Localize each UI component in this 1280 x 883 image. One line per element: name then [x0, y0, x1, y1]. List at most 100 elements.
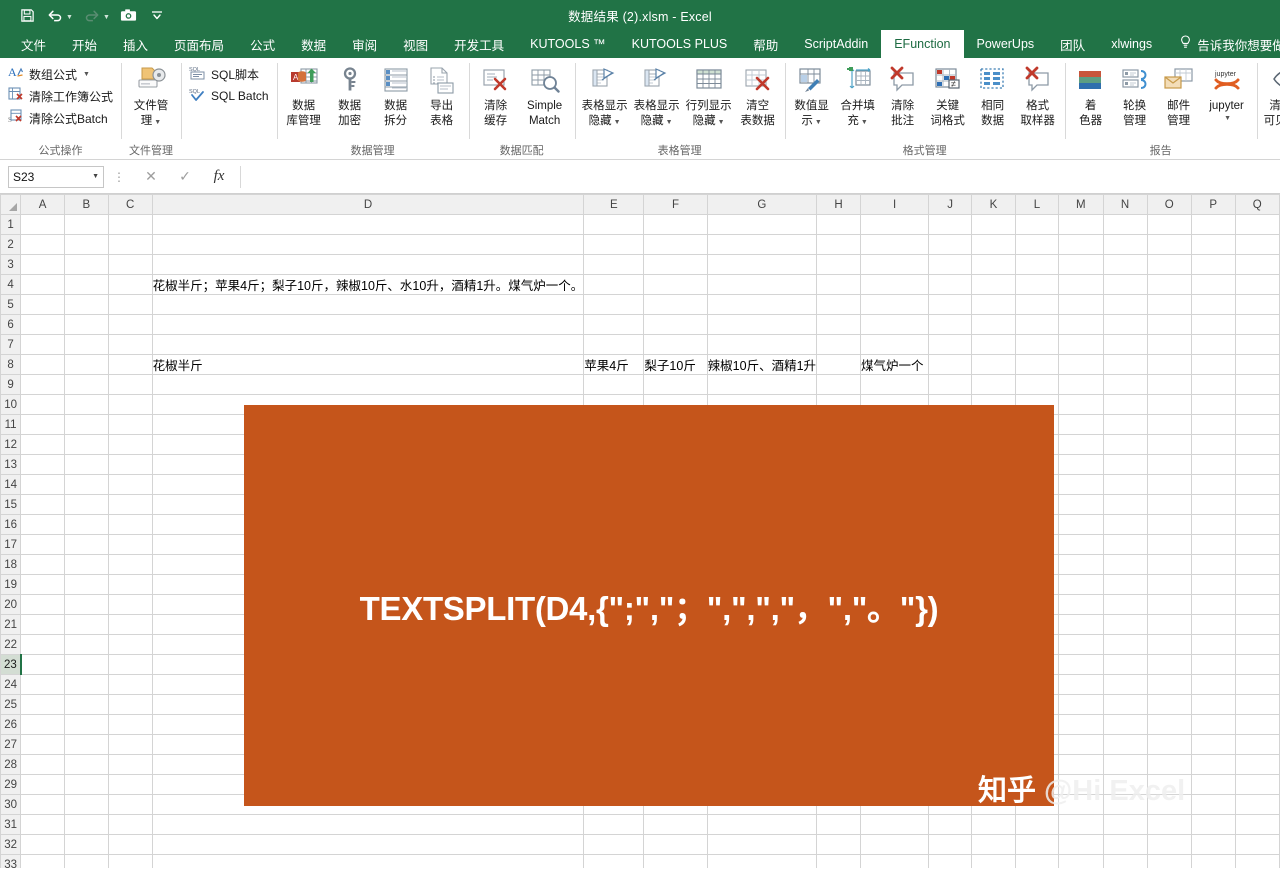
tab-12[interactable]: ScriptAddin: [791, 30, 881, 58]
cell-C7[interactable]: [108, 335, 152, 355]
cell-O27[interactable]: [1147, 735, 1191, 755]
cell-P22[interactable]: [1191, 635, 1235, 655]
cell-F8[interactable]: 梨子10斤: [644, 355, 707, 375]
cell-O21[interactable]: [1147, 615, 1191, 635]
cell-N19[interactable]: [1103, 575, 1147, 595]
cell-A24[interactable]: [21, 675, 65, 695]
tab-5[interactable]: 数据: [288, 30, 339, 58]
cell-C26[interactable]: [108, 715, 152, 735]
cell-P24[interactable]: [1191, 675, 1235, 695]
cell-P2[interactable]: [1191, 235, 1235, 255]
cell-P28[interactable]: [1191, 755, 1235, 775]
column-header-A[interactable]: A: [21, 195, 65, 215]
cell-I8[interactable]: 煤气炉一个: [861, 355, 929, 375]
cell-L2[interactable]: [1015, 235, 1058, 255]
cell-C28[interactable]: [108, 755, 152, 775]
cell-J3[interactable]: [929, 255, 972, 275]
cell-D3[interactable]: [152, 255, 584, 275]
cell-F7[interactable]: [644, 335, 707, 355]
cell-N13[interactable]: [1103, 455, 1147, 475]
cell-O22[interactable]: [1147, 635, 1191, 655]
cell-B33[interactable]: [64, 855, 108, 869]
cell-O15[interactable]: [1147, 495, 1191, 515]
cell-J31[interactable]: [929, 815, 972, 835]
cell-I32[interactable]: [861, 835, 929, 855]
cell-Q10[interactable]: [1235, 395, 1279, 415]
cell-K32[interactable]: [972, 835, 1016, 855]
cell-J5[interactable]: [929, 295, 972, 315]
cell-A13[interactable]: [21, 455, 65, 475]
cell-Q24[interactable]: [1235, 675, 1279, 695]
cell-A23[interactable]: [21, 655, 65, 675]
cell-N1[interactable]: [1103, 215, 1147, 235]
ribbon-button-table-show-hide2[interactable]: 表格显示隐藏▼: [631, 61, 683, 129]
cell-E3[interactable]: [584, 255, 644, 275]
cell-M7[interactable]: [1058, 335, 1103, 355]
cell-D7[interactable]: [152, 335, 584, 355]
cell-Q4[interactable]: [1235, 275, 1279, 295]
cell-Q17[interactable]: [1235, 535, 1279, 555]
tab-14[interactable]: PowerUps: [964, 30, 1048, 58]
chevron-down-icon[interactable]: ▼: [83, 71, 90, 78]
row-header-31[interactable]: 31: [1, 815, 21, 835]
ribbon-button-array-formula[interactable]: A数组公式▼: [4, 63, 94, 85]
chevron-down-icon[interactable]: ▼: [718, 119, 725, 126]
tab-10[interactable]: KUTOOLS PLUS: [619, 30, 741, 58]
tab-6[interactable]: 审阅: [339, 30, 390, 58]
cell-D4[interactable]: 花椒半斤；苹果4斤；梨子10斤，辣椒10斤、水10升，酒精1升。煤气炉一个。: [152, 275, 584, 295]
ribbon-button-clear-table-data[interactable]: 清空表数据: [735, 61, 781, 128]
cell-A20[interactable]: [21, 595, 65, 615]
cell-M28[interactable]: [1058, 755, 1103, 775]
cell-F3[interactable]: [644, 255, 707, 275]
cell-P30[interactable]: [1191, 795, 1235, 815]
cell-N6[interactable]: [1103, 315, 1147, 335]
cell-L31[interactable]: [1015, 815, 1058, 835]
cell-F5[interactable]: [644, 295, 707, 315]
cell-O1[interactable]: [1147, 215, 1191, 235]
chevron-down-icon[interactable]: ▼: [1224, 115, 1231, 122]
row-header-33[interactable]: 33: [1, 855, 21, 869]
cell-Q31[interactable]: [1235, 815, 1279, 835]
ribbon-button-export-table[interactable]: 导出表格: [419, 61, 465, 128]
cell-Q33[interactable]: [1235, 855, 1279, 869]
cell-F31[interactable]: [644, 815, 707, 835]
cell-C31[interactable]: [108, 815, 152, 835]
cell-Q18[interactable]: [1235, 555, 1279, 575]
cell-Q5[interactable]: [1235, 295, 1279, 315]
cell-A15[interactable]: [21, 495, 65, 515]
cell-P11[interactable]: [1191, 415, 1235, 435]
cell-O16[interactable]: [1147, 515, 1191, 535]
cell-M1[interactable]: [1058, 215, 1103, 235]
cell-A25[interactable]: [21, 695, 65, 715]
cell-O6[interactable]: [1147, 315, 1191, 335]
chevron-down-icon[interactable]: ▼: [815, 119, 822, 126]
cell-O24[interactable]: [1147, 675, 1191, 695]
cell-Q16[interactable]: [1235, 515, 1279, 535]
tab-4[interactable]: 公式: [237, 30, 288, 58]
cell-B20[interactable]: [64, 595, 108, 615]
cancel-icon[interactable]: ✕: [134, 166, 168, 188]
cell-J1[interactable]: [929, 215, 972, 235]
cell-B23[interactable]: [64, 655, 108, 675]
cell-O18[interactable]: [1147, 555, 1191, 575]
cell-H5[interactable]: [817, 295, 861, 315]
row-header-27[interactable]: 27: [1, 735, 21, 755]
cell-B5[interactable]: [64, 295, 108, 315]
row-header-22[interactable]: 22: [1, 635, 21, 655]
chevron-down-icon[interactable]: ▼: [666, 119, 673, 126]
ribbon-button-jupyter[interactable]: jupyterjupyter▼: [1201, 61, 1253, 125]
cell-N17[interactable]: [1103, 535, 1147, 555]
chevron-down-icon[interactable]: ▼: [154, 119, 161, 126]
cell-M2[interactable]: [1058, 235, 1103, 255]
ribbon-button-sql-batch[interactable]: SQLSQL Batch: [185, 85, 273, 107]
cell-A33[interactable]: [21, 855, 65, 869]
cell-P17[interactable]: [1191, 535, 1235, 555]
cell-G32[interactable]: [707, 835, 816, 855]
cell-B21[interactable]: [64, 615, 108, 635]
cell-M13[interactable]: [1058, 455, 1103, 475]
cell-H4[interactable]: [817, 275, 861, 295]
cell-P1[interactable]: [1191, 215, 1235, 235]
cell-J7[interactable]: [929, 335, 972, 355]
tell-me-box[interactable]: 告诉我你想要做: [1171, 30, 1280, 58]
cell-C25[interactable]: [108, 695, 152, 715]
